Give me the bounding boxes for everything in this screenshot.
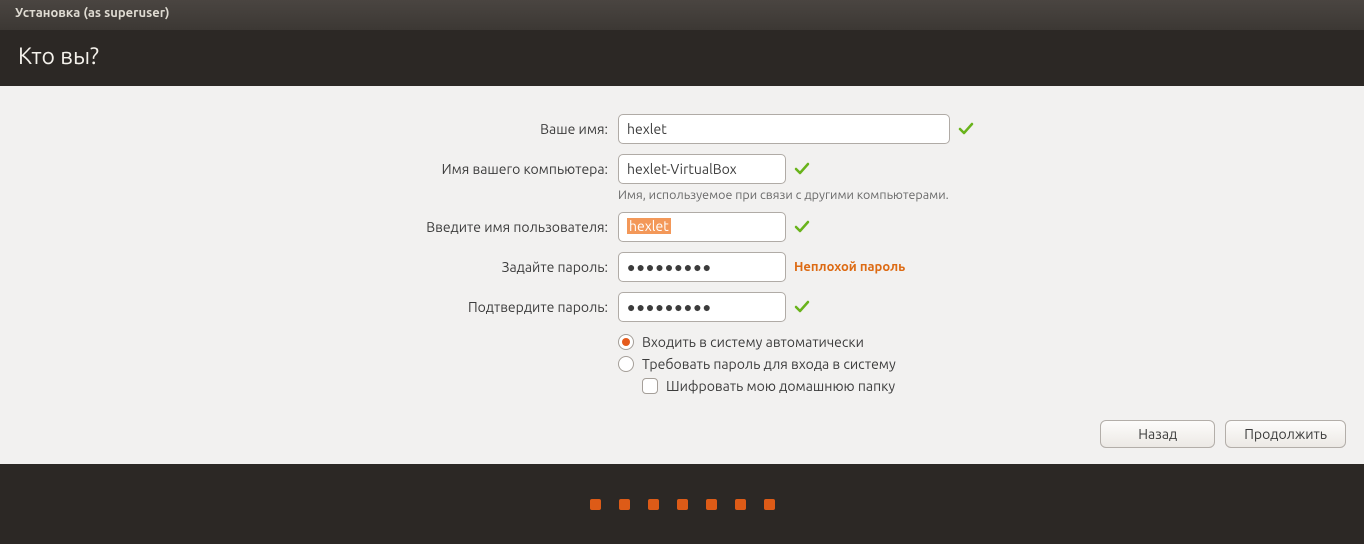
nav-buttons: Назад Продолжить bbox=[1100, 420, 1346, 448]
radio-icon[interactable] bbox=[618, 356, 634, 372]
auto-login-option[interactable]: Входить в систему автоматически bbox=[618, 334, 1364, 350]
progress-dot bbox=[735, 499, 746, 510]
computer-hint: Имя, используемое при связи с другими ко… bbox=[618, 188, 1364, 202]
check-icon bbox=[794, 299, 810, 315]
computer-label: Имя вашего компьютера: bbox=[0, 161, 608, 177]
password-label: Задайте пароль: bbox=[0, 259, 608, 275]
encrypt-home-option[interactable]: Шифровать мою домашнюю папку bbox=[642, 378, 1364, 394]
progress-dot bbox=[619, 499, 630, 510]
name-input[interactable] bbox=[618, 114, 950, 144]
window-title: Установка (as superuser) bbox=[15, 6, 170, 20]
username-input[interactable] bbox=[618, 212, 786, 242]
check-icon bbox=[958, 121, 974, 137]
page-header: Кто вы? bbox=[0, 30, 1364, 86]
progress-dot bbox=[590, 499, 601, 510]
password-strength: Неплохой пароль bbox=[794, 260, 905, 274]
username-label: Введите имя пользователя: bbox=[0, 219, 608, 235]
progress-dot bbox=[648, 499, 659, 510]
page-heading: Кто вы? bbox=[18, 44, 99, 69]
window-title-bar: Установка (as superuser) bbox=[0, 0, 1364, 30]
confirm-password-input[interactable] bbox=[618, 292, 786, 322]
radio-selected-icon[interactable] bbox=[618, 334, 634, 350]
check-icon bbox=[794, 161, 810, 177]
back-button[interactable]: Назад bbox=[1100, 420, 1215, 448]
password-input[interactable] bbox=[618, 252, 786, 282]
progress-footer bbox=[0, 464, 1364, 544]
auto-login-label: Входить в систему автоматически bbox=[642, 334, 864, 350]
content-area: Ваше имя: Имя вашего компьютера: Имя, ис… bbox=[0, 86, 1364, 464]
login-options: Входить в систему автоматически Требоват… bbox=[618, 334, 1364, 394]
progress-dot bbox=[677, 499, 688, 510]
require-password-label: Требовать пароль для входа в систему bbox=[642, 356, 896, 372]
continue-button[interactable]: Продолжить bbox=[1225, 420, 1346, 448]
user-form: Ваше имя: Имя вашего компьютера: Имя, ис… bbox=[0, 114, 1364, 394]
confirm-password-label: Подтвердите пароль: bbox=[0, 299, 608, 315]
name-label: Ваше имя: bbox=[0, 121, 608, 137]
progress-dot bbox=[706, 499, 717, 510]
progress-dot bbox=[764, 499, 775, 510]
computer-name-input[interactable] bbox=[618, 154, 786, 184]
checkbox-icon[interactable] bbox=[642, 378, 658, 394]
encrypt-home-label: Шифровать мою домашнюю папку bbox=[666, 378, 895, 394]
require-password-option[interactable]: Требовать пароль для входа в систему bbox=[618, 356, 1364, 372]
check-icon bbox=[794, 219, 810, 235]
